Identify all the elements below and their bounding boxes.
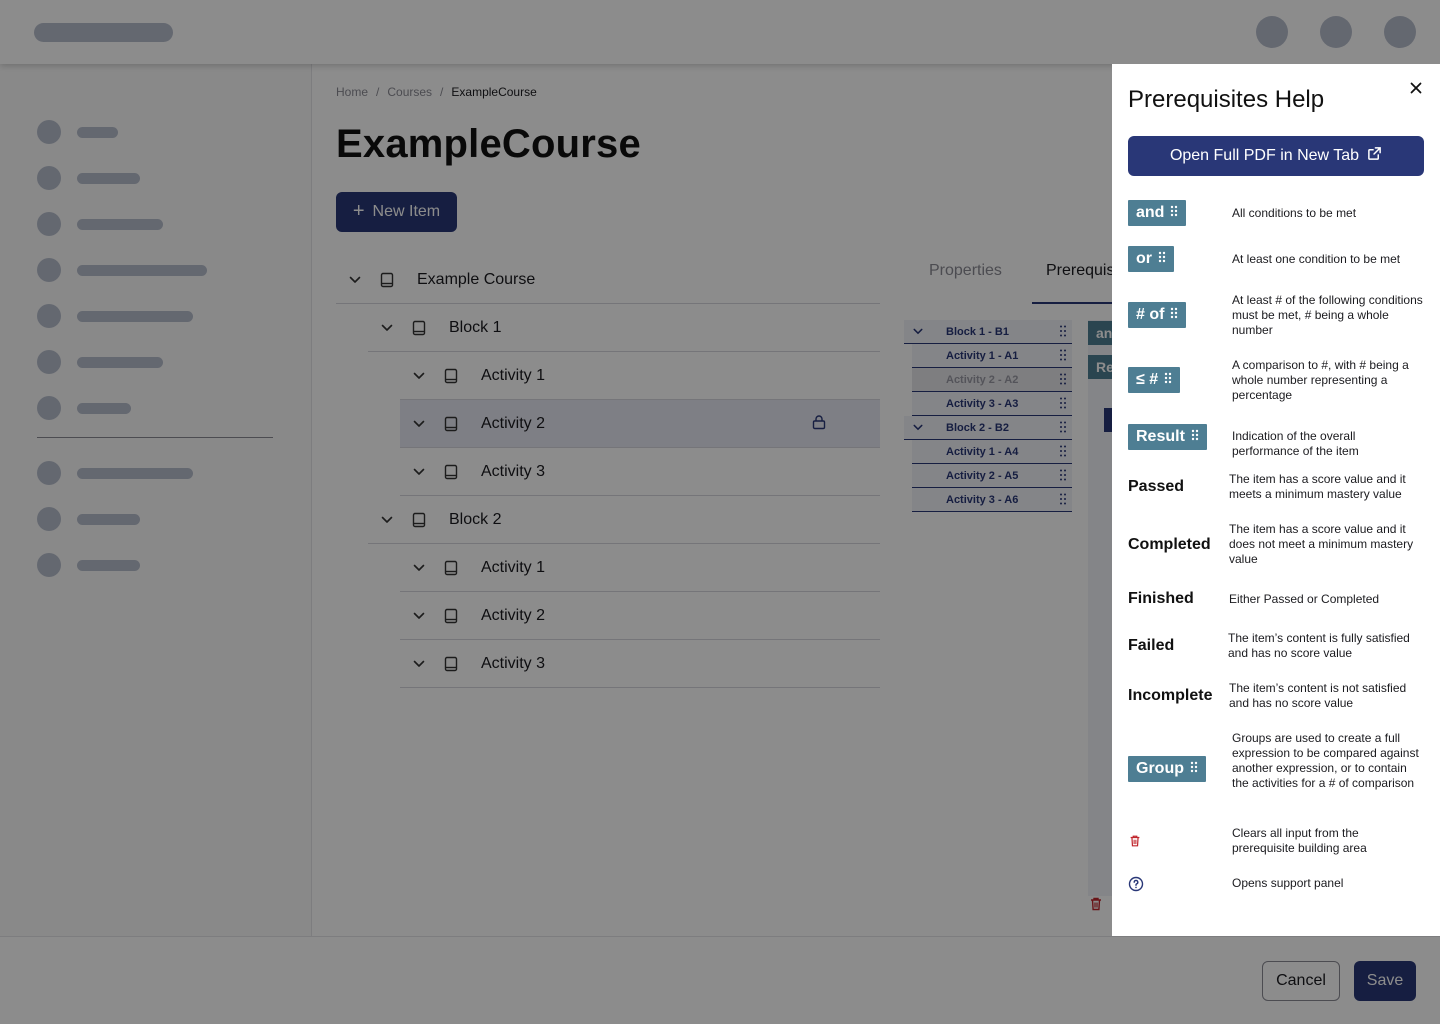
help-description: The item has a score value and it does n… (1229, 522, 1414, 566)
help-chip-label: Result (1136, 428, 1185, 445)
close-icon[interactable] (1406, 78, 1426, 98)
help-term-completed: Completed (1128, 536, 1211, 553)
open-pdf-label: Open Full PDF in New Tab (1169, 147, 1360, 164)
help-chip-num-of: # of (1128, 302, 1187, 328)
help-chip-label: and (1136, 204, 1165, 221)
drag-handle-icon (1164, 371, 1172, 389)
help-term-finished: Finished (1128, 590, 1194, 607)
help-chip-label: # of (1136, 306, 1165, 323)
help-chip-group: Group (1128, 756, 1206, 782)
drag-handle-icon (1191, 428, 1199, 446)
help-description: All conditions to be met (1232, 206, 1357, 220)
help-panel-title: Prerequisites Help (1128, 86, 1325, 113)
drag-handle-icon (1170, 204, 1178, 222)
help-description: At least one condition to be met (1232, 252, 1401, 266)
help-chip-or: or (1128, 246, 1174, 272)
help-description: Either Passed or Completed (1229, 592, 1380, 606)
help-term-passed: Passed (1128, 478, 1185, 495)
help-term-failed: Failed (1128, 637, 1175, 654)
help-chip-label: Group (1136, 760, 1184, 777)
help-description: Opens support panel (1232, 876, 1344, 890)
prerequisites-help-panel: Prerequisites Help Open Full PDF in New … (1112, 64, 1440, 936)
help-term-incomplete: Incomplete (1128, 687, 1213, 704)
help-description: Groups are used to create a full express… (1232, 731, 1419, 790)
help-description: The item’s content is not satisfied and … (1229, 681, 1407, 710)
help-description: Clears all input from the prerequisite b… (1232, 826, 1367, 855)
help-description: The item’s content is fully satisfied an… (1228, 631, 1410, 660)
open-pdf-button[interactable]: Open Full PDF in New Tab (1128, 136, 1424, 176)
help-chip-less-equal: ≤ # (1128, 367, 1181, 393)
external-link-icon (1367, 146, 1382, 166)
help-chip-result: Result (1128, 424, 1207, 450)
drag-handle-icon (1170, 306, 1178, 324)
trash-icon (1128, 833, 1142, 854)
help-description: Indication of the overall performance of… (1232, 429, 1359, 458)
help-circle-icon (1128, 876, 1144, 897)
drag-handle-icon (1190, 760, 1198, 778)
help-description: The item has a score value and it meets … (1229, 472, 1406, 501)
help-description: At least # of the following conditions m… (1232, 293, 1423, 337)
help-chip-label: or (1136, 250, 1152, 267)
drag-handle-icon (1158, 250, 1166, 268)
help-description: A comparison to #, with # being a whole … (1232, 358, 1409, 402)
help-chip-and: and (1128, 200, 1187, 226)
help-chip-label: ≤ # (1136, 371, 1159, 388)
